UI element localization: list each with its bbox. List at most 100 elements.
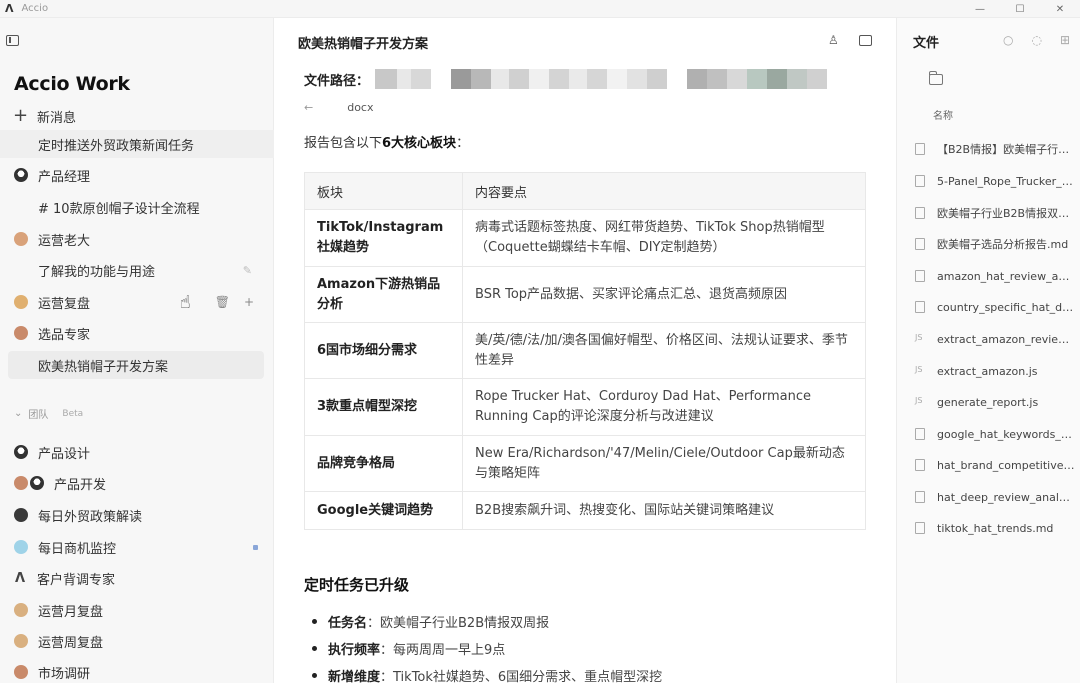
sidebar-item-product-manager[interactable]: 产品经理 xyxy=(0,161,274,189)
avatar xyxy=(14,508,28,522)
sidebar-toggle-icon[interactable] xyxy=(6,35,19,46)
plus-icon: + xyxy=(13,105,29,126)
file-name: 欧美帽子选品分析报告.md xyxy=(937,238,1069,251)
file-name: hat_brand_competitive_landscape xyxy=(937,458,1075,472)
avatar xyxy=(14,232,28,246)
grid-icon[interactable]: ⊞ xyxy=(1060,33,1070,47)
file-item[interactable]: google_hat_keywords_trends xyxy=(915,423,1075,445)
sidebar-item-label: 运营老大 xyxy=(38,233,91,249)
sidebar-item-ops-boss[interactable]: 运营老大 xyxy=(0,225,274,253)
intro-bold: 6大核心板块 xyxy=(382,136,457,151)
team-item-market-research[interactable]: 市场调研 xyxy=(0,658,274,683)
file-item[interactable]: 5-Panel_Rope_Trucker_Hat xyxy=(915,170,1075,192)
team-label: 团队 xyxy=(28,410,49,421)
avatar xyxy=(14,445,28,459)
table-row: Google关键词趋势 B2B搜索飙升词、热搜变化、国际站关键词策略建议 xyxy=(304,491,866,530)
bullet-dot xyxy=(312,646,317,651)
redacted-path xyxy=(375,69,828,89)
main-content: 欧美热销帽子开发方案 ♙ 文件路径： ← docx 报告包含以下6大核心板块： … xyxy=(274,18,896,683)
chevron-down-icon: ⌄ xyxy=(14,408,23,419)
team-item-product-dev[interactable]: 产品开发 xyxy=(0,469,274,497)
table-header-row: 板块 内容要点 xyxy=(304,172,866,210)
file-name: country_specific_hat_demand xyxy=(937,300,1075,314)
user-icon[interactable]: ♙ xyxy=(828,33,842,47)
sidebar-item-ops-review[interactable]: 运营复盘 ☝ 🗑 + xyxy=(0,288,274,316)
avatar xyxy=(14,603,28,617)
sidebar-item-label: # 10款原创帽子设计全流程 xyxy=(38,201,200,217)
column-header-name: 名称 xyxy=(933,111,953,122)
file-item[interactable]: amazon_hat_review_analysis xyxy=(915,265,1075,287)
table-cell: Amazon下游热销品分析 xyxy=(304,266,463,323)
js-file-icon: JS xyxy=(915,333,923,342)
pin-icon[interactable]: ✎ xyxy=(243,264,252,277)
team-item-customer-check[interactable]: Λ 客户背调专家 xyxy=(0,564,274,592)
list-item-key: 新增维度 xyxy=(328,670,381,683)
team-item-opportunity[interactable]: 每日商机监控 xyxy=(0,533,274,561)
team-item-product-design[interactable]: 产品设计 xyxy=(0,438,274,466)
hand-cursor-icon: ☝ xyxy=(179,291,191,313)
maximize-button[interactable]: ☐ xyxy=(1000,0,1040,18)
list-item-value: ：欧美帽子行业B2B情报双周报 xyxy=(367,616,550,631)
file-name: 欧美帽子行业B2B情报双周报 xyxy=(937,207,1075,220)
sidebar-item-label: 产品经理 xyxy=(38,169,91,185)
sidebar-item-features[interactable]: 了解我的功能与用途 ✎ xyxy=(0,256,274,284)
file-item[interactable]: 欧美帽子选品分析报告.md xyxy=(915,233,1075,255)
file-item[interactable]: 欧美帽子行业B2B情报双周报 xyxy=(915,202,1075,224)
file-item[interactable]: hat_deep_review_analysis xyxy=(915,486,1075,508)
beta-badge: Beta xyxy=(62,408,84,419)
file-icon xyxy=(915,207,925,219)
team-item-label: 产品设计 xyxy=(38,446,91,462)
js-file-icon: JS xyxy=(915,365,923,374)
bullet-dot xyxy=(312,619,317,624)
file-icon xyxy=(915,459,925,471)
file-name: 5-Panel_Rope_Trucker_Hat xyxy=(937,174,1075,188)
unread-badge xyxy=(253,544,258,550)
file-icon xyxy=(915,301,925,313)
team-section-header[interactable]: ⌄ 团队 Beta xyxy=(14,406,83,421)
add-icon[interactable]: + xyxy=(244,295,254,309)
file-item[interactable]: 【B2B情报】欧美帽子行业B2B情报双周报 xyxy=(915,138,1075,160)
file-name: extract_amazon_reviews.js xyxy=(937,332,1075,346)
panel-toggle-icon[interactable] xyxy=(859,35,872,46)
table-row: 3款重点帽型深挖 Rope Trucker Hat、Corduroy Dad H… xyxy=(304,378,866,436)
list-item: 执行频率 ：每两周周一早上9点 xyxy=(304,635,662,662)
team-item-label: 市场调研 xyxy=(38,666,91,682)
file-name: tiktok_hat_trends.md xyxy=(937,521,1054,535)
column-header: 内容要点 xyxy=(462,172,866,210)
column-header: 板块 xyxy=(304,172,463,210)
close-button[interactable]: ✕ xyxy=(1040,0,1080,18)
list-item: 新增维度 ：TikTok社媒趋势、6国细分需求、重点帽型深挖 xyxy=(304,662,662,683)
team-item-trade-policy[interactable]: 每日外贸政策解读 xyxy=(0,501,274,529)
file-ext-row: ← docx xyxy=(304,101,374,114)
team-item-label: 客户背调专家 xyxy=(37,572,116,588)
folder-icon[interactable] xyxy=(928,71,943,85)
file-item[interactable]: JS extract_amazon.js xyxy=(915,360,1075,382)
file-item[interactable]: hat_brand_competitive_landscape xyxy=(915,454,1075,476)
sidebar-item-selection-expert[interactable]: 选品专家 xyxy=(0,319,274,347)
new-message-button[interactable]: + 新消息 xyxy=(0,102,274,130)
search-icon[interactable]: ○ xyxy=(1003,33,1013,47)
js-file-icon: JS xyxy=(915,396,923,405)
sidebar-item-scheduled-task[interactable]: 定时推送外贸政策新闻任务 xyxy=(0,130,274,158)
sidebar-item-hat-design[interactable]: # 10款原创帽子设计全流程 xyxy=(0,193,274,221)
new-message-label: 新消息 xyxy=(37,110,77,126)
file-name: hat_deep_review_analysis xyxy=(937,490,1075,504)
accio-icon: Λ xyxy=(14,570,26,586)
avatar xyxy=(14,295,28,309)
refresh-icon[interactable]: ◌ xyxy=(1031,33,1041,47)
row-actions: ☝ 🗑 + xyxy=(180,292,254,313)
section-title: 定时任务已升级 xyxy=(304,576,410,594)
app-logo-icon: Λ xyxy=(5,2,14,15)
table-row: Amazon下游热销品分析 BSR Top产品数据、买家评论痛点汇总、退货高频原… xyxy=(304,266,866,323)
file-item[interactable]: JS extract_amazon_reviews.js xyxy=(915,328,1075,350)
file-item[interactable]: tiktok_hat_trends.md xyxy=(915,517,1075,539)
file-item[interactable]: country_specific_hat_demand xyxy=(915,296,1075,318)
team-item-weekly-review[interactable]: 运营周复盘 xyxy=(0,627,274,655)
sidebar-item-hat-plan[interactable]: 欧美热销帽子开发方案 xyxy=(8,351,264,379)
trash-icon[interactable]: 🗑 xyxy=(215,295,230,309)
sidebar-item-label: 了解我的功能与用途 xyxy=(38,264,156,280)
team-item-monthly-review[interactable]: 运营月复盘 xyxy=(0,596,274,624)
file-item[interactable]: JS generate_report.js xyxy=(915,391,1075,413)
minimize-button[interactable]: — xyxy=(960,0,1000,18)
window-controls: — ☐ ✕ xyxy=(960,0,1080,18)
